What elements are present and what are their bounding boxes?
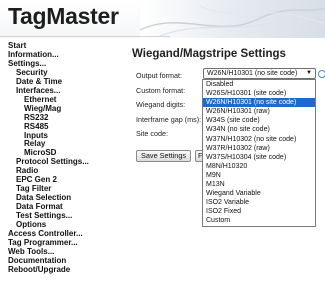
output-format-select-value: W26N/H10301 (no site code) [207, 70, 298, 77]
dropdown-option[interactable]: W37S/H10304 (site code) [203, 153, 315, 162]
dropdown-option[interactable]: W34S (site code) [203, 116, 315, 125]
dropdown-option[interactable]: W37N/H10302 (no site code) [203, 135, 315, 144]
dropdown-option[interactable]: Disabled [203, 80, 315, 89]
custom-format-label: Custom format: [136, 86, 186, 95]
header-divider [0, 36, 170, 37]
dropdown-option[interactable]: M13N [203, 180, 315, 189]
chevron-down-icon: ▼ [306, 70, 312, 76]
page-title: Wiegand/Magstripe Settings [132, 48, 286, 60]
header-wave-graphic [140, 0, 325, 38]
output-format-select[interactable]: W26N/H10301 (no site code) ▼ [203, 68, 316, 79]
dropdown-option[interactable]: W26S/H10301 (site code) [203, 89, 315, 98]
dropdown-option[interactable]: W37R/H10302 (raw) [203, 144, 315, 153]
site-code-label: Site code: [136, 129, 168, 138]
page: TagMaster Start Information... Settings...… [0, 0, 325, 288]
output-format-dropdown-list: Disabled W26S/H10301 (site code) W26N/H103… [202, 79, 316, 227]
sidebar-nav: Start Information... Settings... Security Da… [8, 41, 128, 275]
interframe-gap-label: Interframe gap (ms): [136, 115, 202, 124]
dropdown-option[interactable]: ISO2 Fixed [203, 207, 315, 216]
wiegand-digits-label: Wiegand digits: [136, 100, 186, 109]
logo: TagMaster [8, 3, 119, 29]
dropdown-option[interactable]: W26N/H10301 (raw) [203, 107, 315, 116]
dropdown-option[interactable]: Custom [203, 216, 315, 225]
output-format-label: Output format: [136, 71, 182, 80]
save-settings-button[interactable]: Save Settings [136, 150, 192, 162]
dropdown-option[interactable]: M9N [203, 171, 315, 180]
header: TagMaster [0, 0, 325, 38]
dropdown-option-selected[interactable]: W26N/H10301 (no site code) [203, 98, 315, 108]
info-icon[interactable] [318, 70, 325, 78]
dropdown-option[interactable]: ISO2 Variable [203, 198, 315, 207]
dropdown-option[interactable]: W34N (no site code) [203, 125, 315, 134]
dropdown-option[interactable]: Wiegand Variable [203, 189, 315, 198]
sidebar-item-reboot-upgrade[interactable]: Reboot/Upgrade [8, 265, 128, 275]
dropdown-option[interactable]: M8N/H10320 [203, 162, 315, 171]
